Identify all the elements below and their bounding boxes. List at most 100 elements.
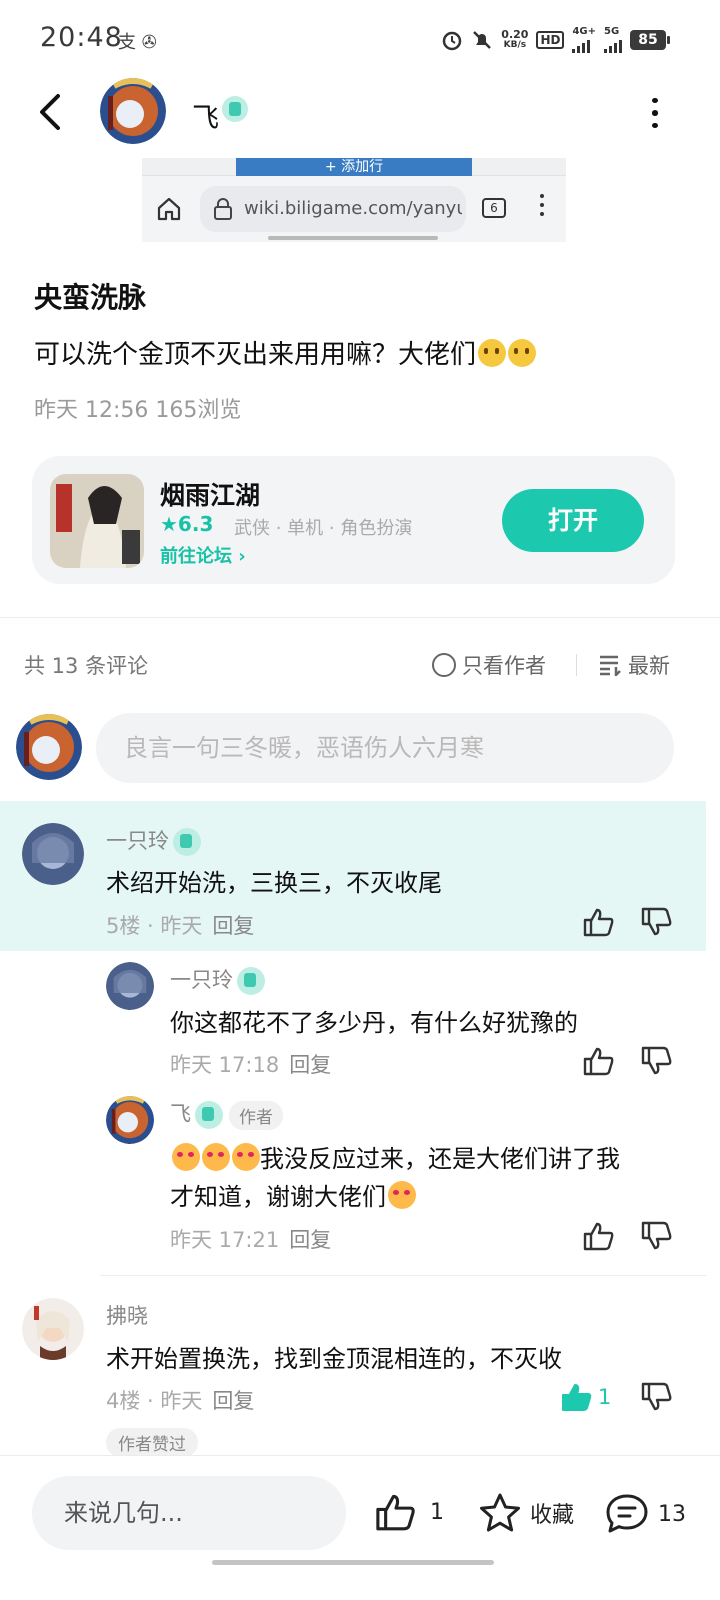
author-name[interactable]: 飞 — [192, 96, 219, 135]
embed-url-text: wiki.biligame.com/yanyu/% — [244, 198, 462, 219]
author-tag: 作者 — [229, 1100, 283, 1130]
signal-4g: 4G+ — [572, 27, 596, 53]
game-name: 烟雨江湖 — [160, 481, 261, 510]
comment-meta: 昨天 17:21 回复 — [170, 1228, 332, 1252]
verified-badge-icon — [195, 1101, 223, 1129]
thumbs-up-icon[interactable] — [582, 1046, 616, 1076]
verified-badge-icon — [173, 828, 201, 856]
game-icon — [50, 474, 144, 568]
home-icon — [157, 197, 181, 221]
notification-icons: 支 ✇ — [118, 32, 157, 53]
divider — [100, 1275, 706, 1276]
only-author-label: 只看作者 — [462, 654, 546, 678]
signal-5g: 5G — [604, 27, 622, 53]
favorite-label: 收藏 — [530, 1503, 575, 1528]
section-divider — [0, 617, 720, 618]
open-game-button[interactable]: 打开 — [502, 489, 644, 552]
comment-text: 你这都花不了多少丹，有什么好犹豫的 — [170, 1009, 578, 1037]
verified-badge-icon — [222, 96, 248, 122]
comment-text: 术绍开始洗，三换三，不灭收尾 — [106, 869, 442, 897]
comment-input[interactable]: 良言一句三冬暖，恶语伤人六月寒 — [96, 713, 674, 783]
comment-text: 我没反应过来，还是大佬们讲了我 才知道，谢谢大佬们 — [170, 1143, 620, 1211]
sort-latest-button[interactable]: 最新 — [598, 650, 670, 680]
lock-icon — [214, 198, 232, 220]
comment-count: 共 13 条评论 — [24, 654, 149, 678]
verified-badge-icon — [237, 967, 265, 995]
say-something-input[interactable]: 来说几句... — [32, 1476, 346, 1550]
go-to-forum-link[interactable]: 前往论坛 › — [160, 542, 246, 568]
avatar[interactable] — [22, 823, 84, 885]
like-post-button[interactable]: 1 — [374, 1492, 444, 1532]
favorite-button[interactable]: 收藏 — [478, 1492, 574, 1534]
comment-meta: 4楼 · 昨天 回复 — [106, 1389, 255, 1413]
reply-button[interactable]: 回复 — [212, 1389, 254, 1413]
comment-author[interactable]: 一只玲 — [170, 964, 265, 995]
comment-icon — [606, 1494, 648, 1533]
thumbs-down-icon[interactable] — [640, 1221, 674, 1251]
embed-url-bar: wiki.biligame.com/yanyu/% — [200, 186, 466, 232]
thumbs-up-icon — [376, 1494, 415, 1531]
author-avatar[interactable] — [100, 78, 166, 144]
game-card[interactable]: 烟雨江湖 ★6.3 武侠 · 单机 · 角色扮演 前往论坛 › 打开 — [32, 456, 675, 584]
sort-icon — [600, 655, 621, 676]
status-time: 20:48 — [40, 22, 123, 53]
comment-total: 13 — [658, 1501, 686, 1527]
home-indicator — [212, 1560, 494, 1565]
only-author-toggle[interactable]: 只看作者 — [432, 650, 546, 680]
tab-count-icon: 6 — [482, 198, 506, 218]
reply-button[interactable]: 回复 — [212, 914, 254, 938]
avatar[interactable] — [22, 1298, 84, 1360]
game-tags: 武侠 · 单机 · 角色扮演 — [234, 518, 413, 539]
mute-icon — [473, 31, 492, 49]
comment-meta: 昨天 17:18 回复 — [170, 1053, 332, 1077]
post-header: 飞 — [0, 78, 720, 158]
post-body: 可以洗个金顶不灭出来用用嘛？大佬们 — [34, 334, 537, 371]
love-emoji-icon — [232, 1143, 260, 1171]
love-emoji-icon — [202, 1143, 230, 1171]
comment-author[interactable]: 飞作者 — [170, 1098, 283, 1130]
battery-icon: 85 — [630, 30, 670, 50]
thumbs-down-icon[interactable] — [640, 1046, 674, 1076]
thumbs-up-filled-icon[interactable] — [560, 1382, 594, 1412]
sort-label: 最新 — [628, 654, 670, 678]
thumbs-up-icon[interactable] — [582, 1221, 616, 1251]
love-emoji-icon — [388, 1181, 416, 1209]
more-options-icon[interactable] — [648, 98, 662, 128]
embed-add-row: + 添加行 — [236, 158, 472, 176]
post-title: 央蛮洗脉 — [34, 281, 147, 314]
shy-emoji-icon — [508, 339, 537, 367]
alarm-icon — [443, 31, 462, 51]
comments-button[interactable]: 13 — [604, 1492, 686, 1536]
love-emoji-icon — [172, 1143, 200, 1171]
avatar[interactable] — [106, 1096, 154, 1144]
back-icon[interactable] — [32, 90, 72, 134]
divider — [576, 654, 577, 676]
embed-menu-icon — [540, 194, 544, 216]
star-icon — [480, 1493, 520, 1532]
network-speed: 0.20 KB/s — [501, 28, 529, 50]
thumbs-down-icon[interactable] — [640, 907, 674, 937]
embed-scroll-indicator — [268, 236, 438, 240]
game-rating: ★6.3 — [160, 512, 214, 536]
thumbs-up-icon[interactable] — [582, 907, 616, 937]
status-bar: 20:48 支 ✇ 0.20 KB/s HD 4G+ 5G 85 — [0, 0, 720, 78]
author-liked-tag: 作者赞过 — [106, 1428, 198, 1457]
comment-author[interactable]: 拂晓 — [106, 1300, 148, 1330]
comment-text: 术开始置换洗，找到金顶混相连的，不灭收 — [106, 1345, 562, 1373]
reply-button[interactable]: 回复 — [289, 1228, 331, 1252]
status-indicators: 0.20 KB/s HD 4G+ 5G 85 — [441, 24, 670, 56]
like-count: 1 — [598, 1385, 612, 1409]
embedded-screenshot[interactable]: + 添加行 wiki.biligame.com/yanyu/% 6 — [142, 158, 566, 242]
hd-icon: HD — [536, 31, 565, 49]
reply-button[interactable]: 回复 — [289, 1053, 331, 1077]
thumbs-down-icon[interactable] — [640, 1382, 674, 1412]
avatar[interactable] — [106, 962, 154, 1010]
comment-author[interactable]: 一只玲 — [106, 825, 201, 856]
shy-emoji-icon — [478, 339, 507, 367]
post-meta: 昨天 12:56 165浏览 — [34, 398, 242, 423]
post-like-count: 1 — [430, 1499, 444, 1525]
comment-meta: 5楼 · 昨天 回复 — [106, 914, 255, 938]
my-avatar — [16, 714, 82, 780]
bottom-bar: 来说几句... 1 收藏 13 — [0, 1455, 720, 1600]
radio-icon — [432, 653, 456, 677]
